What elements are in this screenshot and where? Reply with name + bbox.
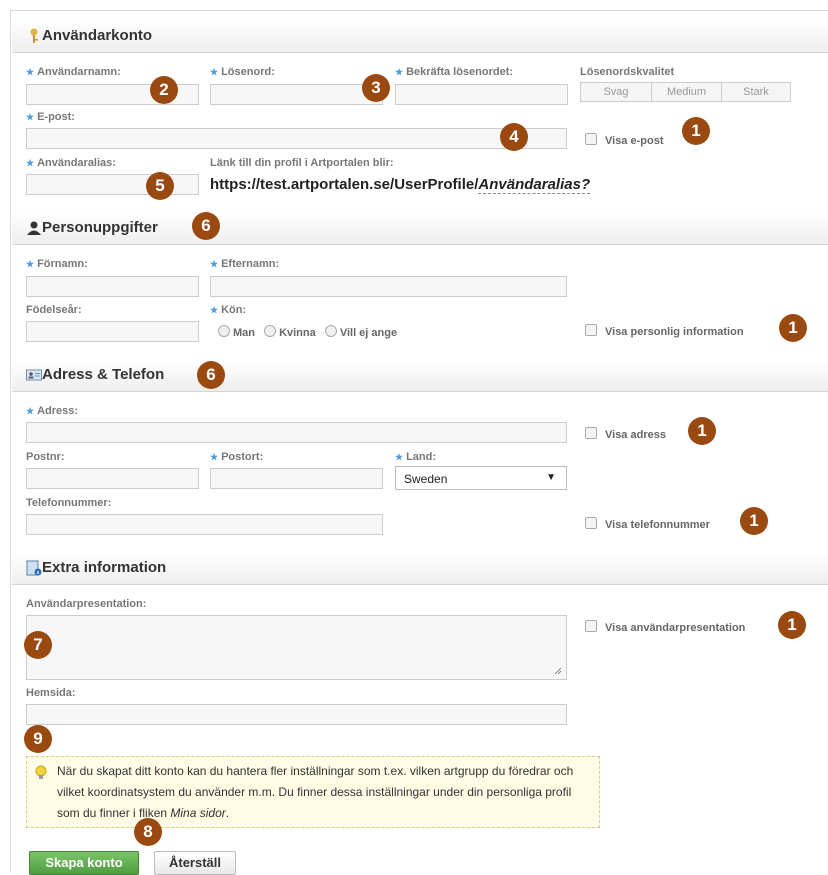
- annotation-badge: 7: [24, 631, 52, 659]
- postnr-label: Postnr:: [26, 451, 65, 463]
- annotation-badge: 9: [24, 725, 52, 753]
- annotation-badge: 1: [682, 117, 710, 145]
- section-title: Extra information: [42, 559, 167, 576]
- show-presentation-checkbox[interactable]: Visa användarpresentation: [585, 620, 745, 634]
- birthyear-label: Födelseår:: [26, 304, 82, 316]
- lastname-input[interactable]: [210, 276, 567, 297]
- info-document-icon: [26, 560, 42, 576]
- show-email-checkbox[interactable]: Visa e-post: [585, 133, 664, 147]
- lightbulb-icon: [35, 765, 47, 779]
- lastname-label: ★ Efternamn:: [210, 258, 280, 270]
- annotation-badge: 1: [778, 611, 806, 639]
- password-label: ★ Lösenord:: [210, 66, 275, 78]
- section-personal: Personuppgifter: [12, 212, 828, 245]
- presentation-textarea[interactable]: [26, 615, 567, 680]
- username-label: ★ Användarnamn:: [26, 66, 121, 78]
- homepage-input[interactable]: [26, 704, 567, 725]
- key-icon: [30, 28, 38, 43]
- annotation-badge: 1: [779, 314, 807, 342]
- postort-label: ★ Postort:: [210, 451, 264, 463]
- create-account-button[interactable]: Skapa konto: [29, 851, 139, 875]
- phone-input[interactable]: [26, 514, 383, 535]
- info-link-mina-sidor: Mina sidor: [170, 806, 226, 820]
- section-title: Användarkonto: [42, 27, 153, 44]
- show-personal-checkbox[interactable]: Visa personlig information: [585, 324, 744, 338]
- annotation-badge: 1: [688, 417, 716, 445]
- address-label: ★ Adress:: [26, 405, 79, 417]
- section-title: Personuppgifter: [42, 219, 158, 236]
- resize-handle-icon[interactable]: [554, 667, 562, 675]
- section-account: Användarkonto: [12, 20, 828, 53]
- quality-weak: Svag: [580, 82, 652, 102]
- firstname-label: ★ Förnamn:: [26, 258, 88, 270]
- postnr-input[interactable]: [26, 468, 199, 489]
- password-input[interactable]: [210, 84, 383, 105]
- address-input[interactable]: [26, 422, 567, 443]
- country-select[interactable]: Sweden ▼: [395, 466, 567, 490]
- annotation-badge: 1: [740, 507, 768, 535]
- info-text: När du skapat ditt konto kan du hantera …: [57, 764, 574, 820]
- info-box: När du skapat ditt konto kan du hantera …: [26, 756, 600, 828]
- checkbox-box[interactable]: [585, 517, 597, 529]
- email-label: ★ E-post:: [26, 111, 75, 123]
- confirm-password-input[interactable]: [395, 84, 568, 105]
- section-title: Adress & Telefon: [42, 366, 165, 383]
- quality-strong: Stark: [721, 82, 791, 102]
- annotation-badge: 6: [197, 361, 225, 389]
- checkbox-box[interactable]: [585, 427, 597, 439]
- section-address: Adress & Telefon: [12, 359, 828, 392]
- firstname-input[interactable]: [26, 276, 199, 297]
- checkbox-box[interactable]: [585, 620, 597, 632]
- profile-link-label: Länk till din profil i Artportalen blir:: [210, 157, 394, 169]
- gender-radio-group[interactable]: Man Kvinna Vill ej ange: [218, 325, 403, 339]
- section-extra: Extra information: [12, 552, 828, 585]
- quality-medium: Medium: [651, 82, 722, 102]
- show-phone-checkbox[interactable]: Visa telefonnummer: [585, 517, 710, 531]
- annotation-badge: 8: [134, 818, 162, 846]
- annotation-badge: 5: [146, 172, 174, 200]
- show-address-checkbox[interactable]: Visa adress: [585, 427, 666, 441]
- confirm-password-label: ★ Bekräfta lösenordet:: [395, 66, 514, 78]
- postort-input[interactable]: [210, 468, 383, 489]
- phone-label: Telefonnummer:: [26, 497, 112, 509]
- gender-man-radio[interactable]: Man: [218, 325, 255, 339]
- profile-url: https://test.artportalen.se/UserProfile/…: [210, 176, 591, 194]
- birthyear-input[interactable]: [26, 321, 199, 342]
- email-input[interactable]: [26, 128, 567, 149]
- person-icon: [27, 221, 41, 235]
- annotation-badge: 4: [500, 123, 528, 151]
- gender-none-radio[interactable]: Vill ej ange: [324, 325, 397, 339]
- alias-label: ★ Användaralias:: [26, 157, 116, 169]
- country-label: ★ Land:: [395, 451, 437, 463]
- annotation-badge: 6: [192, 212, 220, 240]
- annotation-badge: 3: [362, 74, 390, 102]
- gender-woman-radio[interactable]: Kvinna: [264, 325, 316, 339]
- checkbox-box[interactable]: [585, 324, 597, 336]
- homepage-label: Hemsida:: [26, 687, 76, 699]
- presentation-label: Användarpresentation:: [26, 598, 147, 610]
- contact-card-icon: [26, 369, 42, 381]
- gender-label: ★ Kön:: [210, 304, 247, 316]
- annotation-badge: 2: [150, 76, 178, 104]
- password-quality-label: Lösenordskvalitet: [580, 66, 675, 78]
- dropdown-arrow-icon: ▼: [546, 472, 556, 483]
- reset-button[interactable]: Återställ: [154, 851, 236, 875]
- checkbox-box[interactable]: [585, 133, 597, 145]
- profile-url-alias: Användaralias?: [478, 176, 591, 194]
